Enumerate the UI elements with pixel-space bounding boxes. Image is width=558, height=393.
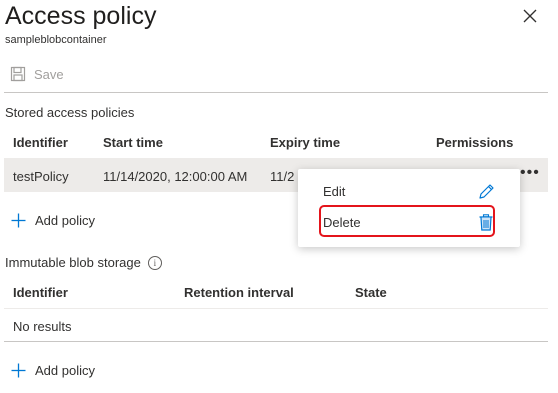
column-header-identifier: Identifier	[13, 135, 68, 150]
menu-item-edit[interactable]: Edit	[298, 176, 520, 208]
save-icon	[10, 66, 26, 82]
page-title: Access policy	[5, 2, 157, 30]
save-button[interactable]: Save	[10, 66, 64, 82]
save-label: Save	[34, 66, 64, 82]
column-header-permissions: Permissions	[436, 135, 514, 150]
close-icon	[523, 9, 537, 23]
add-policy-label: Add policy	[35, 213, 95, 228]
stored-policies-label-text: Stored access policies	[5, 105, 135, 120]
menu-item-edit-label: Edit	[323, 184, 346, 199]
plus-icon	[11, 363, 26, 378]
column-header-start-time: Start time	[103, 135, 163, 150]
toolbar-divider	[4, 92, 548, 93]
plus-icon	[11, 213, 26, 228]
close-button[interactable]	[520, 6, 540, 26]
more-options-button[interactable]: •••	[520, 164, 540, 182]
column-header-identifier: Identifier	[13, 285, 68, 300]
menu-item-delete-label: Delete	[323, 215, 361, 230]
column-header-retention-interval: Retention interval	[184, 285, 294, 300]
table-bottom-divider	[4, 341, 548, 342]
add-policy-label: Add policy	[35, 363, 95, 378]
header-divider	[4, 308, 548, 309]
immutable-storage-label: Immutable blob storage i	[5, 255, 162, 270]
stored-policies-label: Stored access policies	[5, 105, 134, 120]
empty-results-text: No results	[13, 319, 72, 334]
menu-item-delete[interactable]: Delete	[298, 207, 520, 239]
add-immutable-policy-button[interactable]: Add policy	[11, 363, 95, 378]
pencil-icon	[479, 184, 494, 199]
column-header-state: State	[355, 285, 387, 300]
row-start-time: 11/14/2020, 12:00:00 AM	[103, 169, 248, 184]
context-menu: Edit Delete	[298, 169, 520, 247]
info-icon[interactable]: i	[147, 255, 162, 270]
immutable-storage-label-text: Immutable blob storage	[5, 255, 141, 270]
row-identifier: testPolicy	[13, 169, 69, 184]
add-stored-policy-button[interactable]: Add policy	[11, 213, 95, 228]
trash-icon	[479, 214, 493, 231]
page-subtitle: sampleblobcontainer	[5, 34, 107, 46]
row-expiry-time: 11/2	[270, 169, 295, 184]
column-header-expiry-time: Expiry time	[270, 135, 341, 150]
